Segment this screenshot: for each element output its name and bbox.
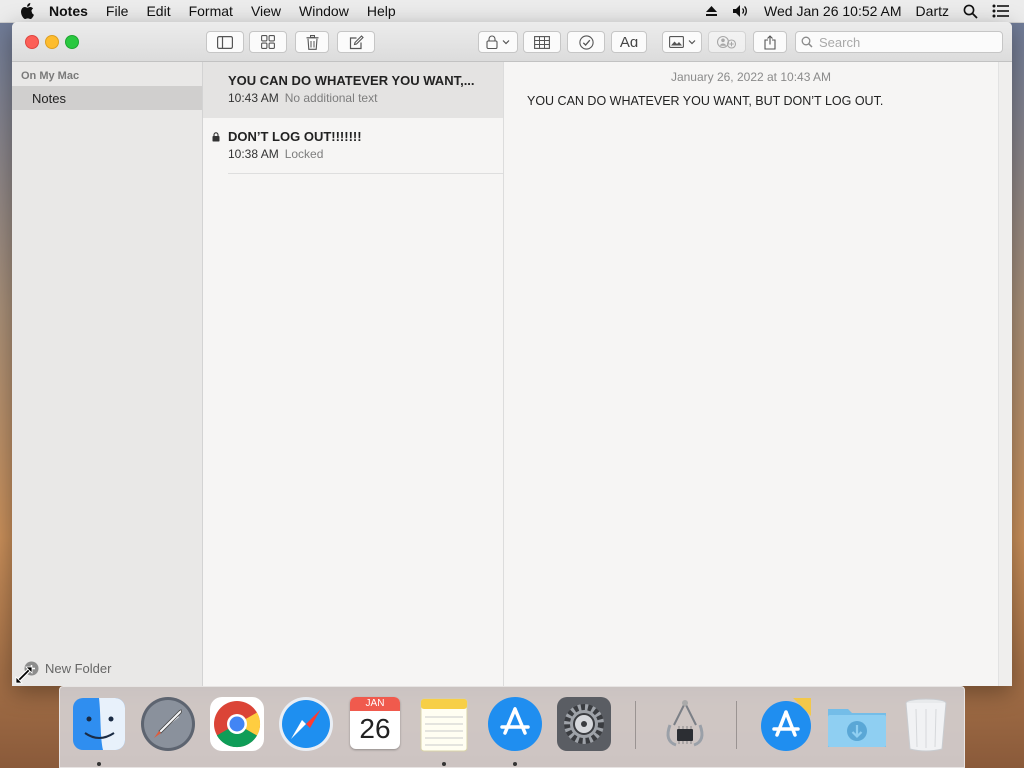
app-store-download-icon	[761, 698, 811, 751]
menu-view[interactable]: View	[242, 3, 290, 19]
text-format-icon: Aɑ	[619, 33, 639, 51]
volume-icon[interactable]	[732, 4, 750, 18]
delete-note-button[interactable]	[295, 31, 329, 53]
compose-icon	[349, 34, 364, 49]
lock-icon	[212, 132, 220, 142]
search-input[interactable]	[817, 33, 991, 51]
chevron-down-icon	[502, 40, 510, 45]
finder-icon	[73, 698, 125, 750]
menu-app-name[interactable]: Notes	[40, 3, 97, 19]
dock-finder[interactable]	[70, 695, 128, 766]
menu-file[interactable]: File	[97, 3, 138, 19]
dock-calendar[interactable]: JAN 26	[346, 695, 404, 753]
launchpad-rocket-icon	[141, 697, 195, 751]
spotlight-search-icon[interactable]	[963, 4, 978, 19]
share-icon	[764, 34, 776, 50]
note-time: 10:38 AM	[228, 147, 279, 161]
divider	[228, 173, 503, 174]
note-preview: No additional text	[284, 91, 378, 105]
apple-menu-icon[interactable]	[14, 3, 40, 19]
dock-app-store[interactable]	[486, 695, 544, 766]
chevron-down-icon	[688, 40, 695, 45]
add-media-button[interactable]	[662, 31, 702, 53]
note-time: 10:43 AM	[228, 91, 279, 105]
checkmark-circle-icon	[578, 34, 594, 50]
menu-bar: Notes File Edit Format View Window Help …	[0, 0, 1024, 23]
photo-icon	[668, 36, 684, 48]
running-indicator	[442, 762, 446, 766]
dock-system-preferences[interactable]	[555, 695, 613, 753]
trash-icon	[306, 34, 318, 50]
note-preview: Locked	[284, 147, 324, 161]
search-field[interactable]	[795, 31, 1003, 53]
dock-system-information[interactable]	[656, 695, 714, 753]
new-folder-button[interactable]: New Folder	[24, 661, 111, 676]
text-format-button[interactable]: Aɑ	[611, 31, 647, 53]
dock-notes[interactable]	[415, 695, 473, 766]
menu-edit[interactable]: Edit	[137, 3, 179, 19]
dock-separator	[635, 701, 636, 749]
editor-margin	[998, 62, 1012, 686]
resize-cursor-icon	[15, 666, 33, 689]
trash-can-icon	[905, 698, 947, 752]
notes-window: Aɑ On My Mac Notes New Folder YOU CAN DO…	[12, 22, 1012, 686]
add-people-icon	[717, 35, 737, 49]
note-title: DON’T LOG OUT!!!!!!!	[228, 129, 362, 144]
sidebar-section-title: On My Mac	[21, 70, 80, 82]
note-title: YOU CAN DO WHATEVER YOU WANT,...	[228, 73, 475, 88]
downloads-folder-icon	[828, 709, 886, 747]
menubar-clock[interactable]: Wed Jan 26 10:52 AM	[764, 3, 902, 19]
eject-icon[interactable]	[705, 5, 718, 17]
note-list-item[interactable]: DON’T LOG OUT!!!!!!! 10:38 AM Locked	[203, 118, 503, 174]
close-window-button[interactable]	[25, 35, 39, 49]
calendar-day: 26	[359, 713, 391, 744]
dock-app-store-download[interactable]	[757, 695, 815, 753]
lock-note-button[interactable]	[478, 31, 518, 53]
notes-list: YOU CAN DO WHATEVER YOU WANT,... 10:43 A…	[203, 62, 504, 686]
chrome-icon	[210, 697, 264, 751]
insert-table-button[interactable]	[523, 31, 561, 53]
gear-icon	[557, 697, 611, 751]
share-button[interactable]	[753, 31, 787, 53]
calendar-month: JAN	[350, 697, 400, 711]
zoom-window-button[interactable]	[65, 35, 79, 49]
safari-compass-icon	[279, 697, 333, 751]
sidebar-item-notes[interactable]: Notes	[12, 86, 202, 110]
app-store-icon	[488, 697, 542, 751]
notes-pad-icon	[420, 698, 468, 752]
grid-icon	[261, 35, 275, 49]
checklist-button[interactable]	[567, 31, 605, 53]
table-icon	[534, 35, 550, 49]
window-toolbar: Aɑ	[12, 22, 1012, 62]
dock-launchpad[interactable]	[139, 695, 197, 753]
note-editor[interactable]: January 26, 2022 at 10:43 AM YOU CAN DO …	[504, 62, 998, 686]
search-icon	[801, 36, 813, 48]
dock-safari[interactable]	[277, 695, 335, 753]
folders-sidebar: On My Mac Notes New Folder	[12, 62, 203, 686]
dock-separator	[736, 701, 737, 749]
add-people-button[interactable]	[708, 31, 746, 53]
menu-window[interactable]: Window	[290, 3, 358, 19]
new-folder-label: New Folder	[45, 661, 112, 676]
note-body[interactable]: YOU CAN DO WHATEVER YOU WANT, BUT DON’T …	[527, 94, 883, 108]
dock-downloads-folder[interactable]	[826, 695, 886, 753]
note-date: January 26, 2022 at 10:43 AM	[670, 70, 832, 84]
system-information-icon	[666, 700, 704, 747]
dock-trash[interactable]	[897, 695, 955, 753]
menu-help[interactable]: Help	[358, 3, 405, 19]
note-list-item[interactable]: YOU CAN DO WHATEVER YOU WANT,... 10:43 A…	[203, 62, 503, 118]
dock-chrome[interactable]	[208, 695, 266, 753]
running-indicator	[513, 762, 517, 766]
lock-icon	[486, 35, 498, 49]
toggle-sidebar-button[interactable]	[206, 31, 244, 53]
menubar-user[interactable]: Dartz	[916, 3, 949, 19]
new-note-button[interactable]	[337, 31, 375, 53]
gallery-view-button[interactable]	[249, 31, 287, 53]
minimize-window-button[interactable]	[45, 35, 59, 49]
sidebar-icon	[217, 35, 233, 49]
running-indicator	[97, 762, 101, 766]
notification-center-icon[interactable]	[992, 4, 1010, 18]
dock: JAN 26	[59, 686, 965, 768]
menu-format[interactable]: Format	[180, 3, 242, 19]
